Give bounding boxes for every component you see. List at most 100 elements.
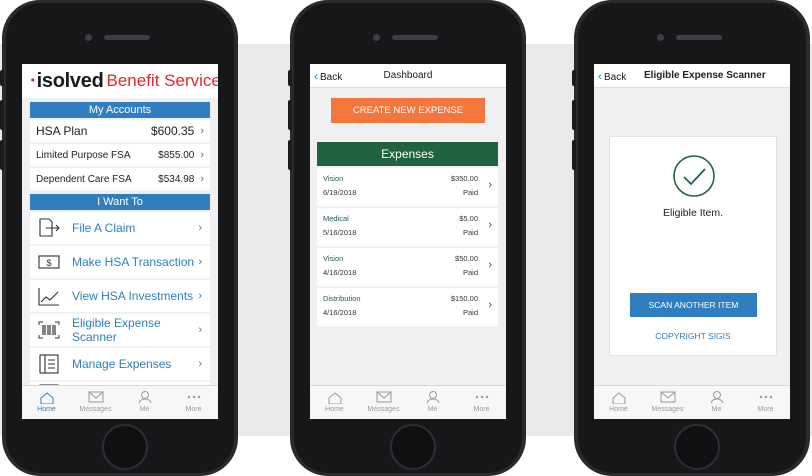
expense-row[interactable]: Distribution 4/16/2018 $150.00 Paid › (317, 288, 498, 326)
tab-messages[interactable]: Messages (643, 386, 692, 419)
home-button[interactable] (390, 424, 436, 470)
chevron-right-icon: › (198, 290, 202, 302)
expense-amount: $150.00 (450, 294, 478, 303)
phone-dashboard: ‹ Back Dashboard CREATE NEW EXPENSE Expen… (288, 0, 526, 476)
tab-more[interactable]: More (169, 386, 218, 419)
svg-text:$: $ (46, 258, 51, 268)
scanner-screen: ‹ Back Eligible Expense Scanner Eligible … (594, 64, 790, 419)
home-button[interactable] (102, 424, 148, 470)
tab-messages[interactable]: Messages (71, 386, 120, 419)
check-circle-icon (672, 154, 716, 198)
phone-accounts: · isolved Benefit Services My Accounts H… (0, 0, 238, 476)
tab-label: Home (325, 406, 344, 413)
tab-label: Messages (367, 406, 400, 413)
expense-category: Distribution (323, 294, 361, 303)
expense-category: Vision (323, 254, 344, 263)
side-button (288, 70, 292, 86)
expense-date: 4/16/2018 (323, 308, 357, 317)
chevron-right-icon: › (198, 256, 202, 268)
person-icon (136, 390, 154, 404)
home-icon (610, 390, 628, 404)
create-expense-button[interactable]: CREATE NEW EXPENSE (331, 98, 485, 123)
side-button (288, 140, 292, 170)
tab-home[interactable]: Home (310, 386, 359, 419)
tab-label: Home (609, 406, 628, 413)
tab-label: More (473, 406, 490, 413)
expense-row[interactable]: Vision 4/16/2018 $50.00 Paid › (317, 248, 498, 286)
tab-bar: Home Messages Me More (310, 385, 506, 419)
logo-mark: · (30, 69, 37, 92)
home-icon (38, 390, 56, 404)
tab-more[interactable]: More (741, 386, 790, 419)
action-file-claim[interactable]: File A Claim › (30, 212, 210, 244)
action-view-investments[interactable]: View HSA Investments › (30, 280, 210, 312)
scan-result-card: Eligible Item. SCAN ANOTHER ITEM COPYRIG… (609, 136, 777, 356)
expense-date: 4/16/2018 (323, 268, 357, 277)
expense-row[interactable]: Vision 6/19/2018 $350.00 Paid › (317, 168, 498, 206)
scan-another-button[interactable]: SCAN ANOTHER ITEM (630, 293, 757, 317)
tab-home[interactable]: Home (22, 386, 71, 419)
account-name: Dependent Care FSA (36, 173, 132, 185)
tab-messages[interactable]: Messages (359, 386, 408, 419)
expense-status: Paid (462, 228, 478, 237)
account-balance: $855.00 (158, 149, 195, 161)
envelope-icon (659, 390, 677, 404)
tab-home[interactable]: Home (594, 386, 643, 419)
envelope-icon (87, 390, 105, 404)
chevron-right-icon: › (198, 358, 202, 370)
tab-label: Messages (79, 406, 112, 413)
tab-bar: Home Messages Me More (594, 385, 790, 419)
back-label: Back (604, 72, 627, 83)
tab-me[interactable]: Me (692, 386, 741, 419)
action-label: File A Claim (72, 221, 136, 235)
accounts-screen: · isolved Benefit Services My Accounts H… (22, 64, 218, 419)
account-row-hsa[interactable]: HSA Plan $600.35 › (30, 120, 210, 142)
speaker-grille (104, 35, 150, 40)
side-button (572, 100, 576, 130)
account-row-limited-fsa[interactable]: Limited Purpose FSA $855.00 › (30, 144, 210, 166)
action-label: View HSA Investments (72, 289, 194, 303)
account-row-dependent-fsa[interactable]: Dependent Care FSA $534.98 › (30, 168, 210, 190)
copyright-link[interactable]: COPYRIGHT SIGIS (610, 331, 776, 341)
side-button (288, 100, 292, 130)
back-button[interactable]: ‹ Back (598, 69, 626, 83)
home-button[interactable] (674, 424, 720, 470)
chevron-right-icon: › (488, 299, 492, 311)
action-hsa-transaction[interactable]: $ Make HSA Transaction › (30, 246, 210, 278)
expense-status: Paid (462, 188, 478, 197)
person-icon (424, 390, 442, 404)
tab-me[interactable]: Me (120, 386, 169, 419)
ellipsis-icon (757, 390, 775, 404)
front-camera (657, 34, 664, 41)
my-accounts-header: My Accounts (30, 102, 210, 118)
action-manage-expenses[interactable]: Manage Expenses › (30, 348, 210, 380)
chevron-right-icon: › (488, 219, 492, 231)
side-button (0, 100, 4, 130)
tab-me[interactable]: Me (408, 386, 457, 419)
logo-suffix: Benefit Services (106, 71, 219, 90)
expense-category: Vision (323, 174, 344, 183)
expense-date: 5/16/2018 (323, 228, 357, 237)
nav-bar: ‹ Back Dashboard (310, 64, 506, 88)
side-button (0, 140, 4, 170)
side-button (572, 70, 576, 86)
side-button (572, 140, 576, 170)
speaker-grille (676, 35, 722, 40)
speaker-grille (392, 35, 438, 40)
tab-label: More (757, 406, 774, 413)
line-chart-icon (36, 285, 62, 307)
nav-bar: ‹ Back Eligible Expense Scanner (594, 64, 790, 88)
expense-amount: $50.00 (455, 254, 478, 263)
action-expense-scanner[interactable]: Eligible Expense Scanner › (30, 314, 210, 346)
ellipsis-icon (185, 390, 203, 404)
logo-name: isolved (36, 69, 104, 92)
tab-more[interactable]: More (457, 386, 506, 419)
front-camera (85, 34, 92, 41)
expense-row[interactable]: Medical 5/16/2018 $5.00 Paid › (317, 208, 498, 246)
ellipsis-icon (473, 390, 491, 404)
tab-label: Me (139, 406, 150, 413)
file-claim-icon (36, 217, 62, 239)
page-title: Eligible Expense Scanner (644, 70, 766, 81)
home-icon (326, 390, 344, 404)
expense-date: 6/19/2018 (323, 188, 357, 197)
